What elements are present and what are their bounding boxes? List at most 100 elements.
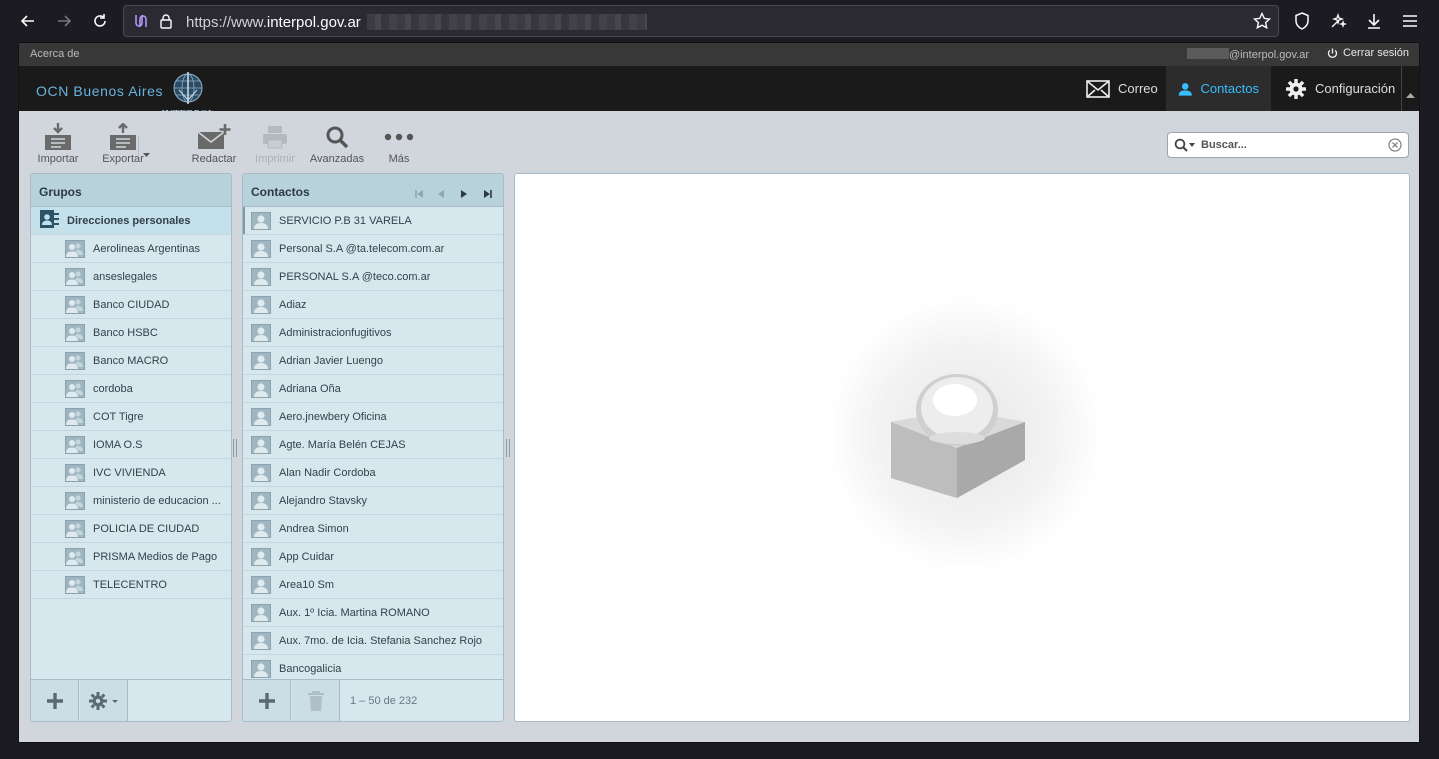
export-divider xyxy=(138,135,139,157)
group-icon xyxy=(65,463,85,482)
address-bar[interactable]: https://www.interpol.gov.ar xyxy=(123,5,1279,37)
previous-page-icon[interactable] xyxy=(438,187,444,201)
contact-row[interactable]: Area10 Sm xyxy=(243,571,503,599)
contact-row[interactable]: Andrea Simon xyxy=(243,515,503,543)
contact-row[interactable]: Aux. 1º Icia. Martina ROMANO xyxy=(243,599,503,627)
redacted-url-path xyxy=(367,14,647,30)
group-item-label: ministerio de educacion ... xyxy=(93,494,221,507)
contact-row[interactable]: Adrian Javier Luengo xyxy=(243,347,503,375)
group-personal-label: Direcciones personales xyxy=(67,214,191,227)
about-link[interactable]: Acerca de xyxy=(30,48,80,60)
contacts-icon xyxy=(1178,82,1192,96)
gear-icon xyxy=(1286,78,1306,99)
group-item[interactable]: cordoba xyxy=(31,375,231,403)
user-email-domain: @interpol.gov.ar xyxy=(1228,49,1309,61)
group-item[interactable]: ministerio de educacion ... xyxy=(31,487,231,515)
bookmark-star-icon[interactable] xyxy=(1252,11,1272,35)
delete-contact-button[interactable] xyxy=(292,680,340,721)
group-item[interactable]: anseslegales xyxy=(31,263,231,291)
group-item[interactable]: IVC VIVIENDA xyxy=(31,459,231,487)
contact-row[interactable]: SERVICIO P.B 31 VARELA xyxy=(243,207,503,235)
contact-row[interactable]: Aero.jnewbery Oficina xyxy=(243,403,503,431)
shield-icon[interactable] xyxy=(1288,7,1316,35)
group-item[interactable]: Aerolineas Argentinas xyxy=(31,235,231,263)
contact-row[interactable]: Administracionfugitivos xyxy=(243,319,503,347)
contact-row[interactable]: PERSONAL S.A @teco.com.ar xyxy=(243,263,503,291)
group-options-button[interactable] xyxy=(80,680,128,721)
contact-avatar-icon xyxy=(251,435,271,454)
group-icon xyxy=(65,295,85,314)
export-dropdown-icon[interactable] xyxy=(143,144,150,162)
group-item-label: Aerolineas Argentinas xyxy=(93,242,201,255)
groups-title: Grupos xyxy=(31,174,231,207)
contact-avatar-icon xyxy=(251,603,271,622)
contact-avatar-icon xyxy=(251,463,271,482)
more-button[interactable]: Más xyxy=(369,121,429,165)
groups-splitter[interactable] xyxy=(233,439,237,457)
download-icon[interactable] xyxy=(1360,7,1388,35)
task-settings[interactable]: Configuración xyxy=(1273,66,1407,111)
clear-search-icon[interactable] xyxy=(1388,138,1402,157)
advanced-search-button[interactable]: Avanzadas xyxy=(307,121,367,165)
gear-dropdown-icon xyxy=(88,692,118,710)
contact-row[interactable]: Personal S.A @ta.telecom.com.ar xyxy=(243,235,503,263)
add-group-button[interactable] xyxy=(31,680,79,721)
extensions-icon[interactable] xyxy=(1324,7,1352,35)
contacts-splitter[interactable] xyxy=(506,439,510,457)
quick-search[interactable]: Buscar... xyxy=(1167,132,1409,158)
power-icon xyxy=(1327,48,1338,58)
collapse-header-icon[interactable] xyxy=(1406,85,1415,103)
contact-avatar-icon xyxy=(251,239,271,258)
group-item[interactable]: Banco CIUDAD xyxy=(31,291,231,319)
task-mail[interactable]: Correo xyxy=(1074,66,1170,111)
contact-row[interactable]: Adiaz xyxy=(243,291,503,319)
contact-row[interactable]: Bancogalicia xyxy=(243,655,503,679)
contact-row[interactable]: App Cuidar xyxy=(243,543,503,571)
add-contact-button[interactable] xyxy=(243,680,291,721)
contact-name: Adrian Javier Luengo xyxy=(279,354,383,367)
lock-icon[interactable] xyxy=(159,13,173,34)
group-item-label: IOMA O.S xyxy=(93,438,143,451)
contacts-header: Contactos xyxy=(243,174,503,207)
import-button[interactable]: Importar xyxy=(28,121,88,165)
group-item[interactable]: TELECENTRO xyxy=(31,571,231,599)
contact-avatar-icon xyxy=(251,491,271,510)
group-item[interactable]: IOMA O.S xyxy=(31,431,231,459)
contact-name: App Cuidar xyxy=(279,550,335,563)
group-item[interactable]: POLICIA DE CIUDAD xyxy=(31,515,231,543)
search-options-icon[interactable] xyxy=(1174,138,1196,157)
task-contacts[interactable]: Contactos xyxy=(1166,66,1271,111)
contact-row[interactable]: Aux. 7mo. de Icia. Stefania Sanchez Rojo xyxy=(243,627,503,655)
next-page-icon[interactable] xyxy=(461,187,467,201)
user-email: @interpol.gov.ar xyxy=(1186,48,1309,61)
focus-indicator xyxy=(243,207,245,234)
contact-avatar-icon xyxy=(251,519,271,538)
reload-icon[interactable] xyxy=(86,7,114,35)
group-icon xyxy=(65,519,85,538)
contact-name: Area10 Sm xyxy=(279,578,335,591)
contact-row[interactable]: Adriana Oña xyxy=(243,375,503,403)
contact-row[interactable]: Alan Nadir Cordoba xyxy=(243,459,503,487)
contact-row[interactable]: Alejandro Stavsky xyxy=(243,487,503,515)
back-icon[interactable] xyxy=(14,7,42,35)
first-page-icon[interactable] xyxy=(415,187,423,201)
contact-row[interactable]: Agte. María Belén CEJAS xyxy=(243,431,503,459)
print-button[interactable]: Imprimir xyxy=(245,121,305,165)
group-personal-addresses[interactable]: Direcciones personales xyxy=(31,207,231,235)
compose-button[interactable]: Redactar xyxy=(184,121,244,165)
plus-icon xyxy=(46,693,63,709)
group-item-label: IVC VIVIENDA xyxy=(93,466,166,479)
permissions-icon[interactable] xyxy=(133,13,149,34)
group-icon xyxy=(65,351,85,370)
last-page-icon[interactable] xyxy=(484,187,492,201)
contact-avatar-icon xyxy=(251,323,271,342)
group-item-label: Banco HSBC xyxy=(93,326,158,339)
group-item[interactable]: Banco MACRO xyxy=(31,347,231,375)
group-item[interactable]: COT Tigre xyxy=(31,403,231,431)
forward-icon[interactable] xyxy=(50,7,78,35)
group-item[interactable]: Banco HSBC xyxy=(31,319,231,347)
logout-button[interactable]: Cerrar sesión xyxy=(1327,47,1409,59)
menu-icon[interactable] xyxy=(1396,7,1424,35)
group-item[interactable]: PRISMA Medios de Pago xyxy=(31,543,231,571)
search-placeholder: Buscar... xyxy=(1201,139,1247,151)
